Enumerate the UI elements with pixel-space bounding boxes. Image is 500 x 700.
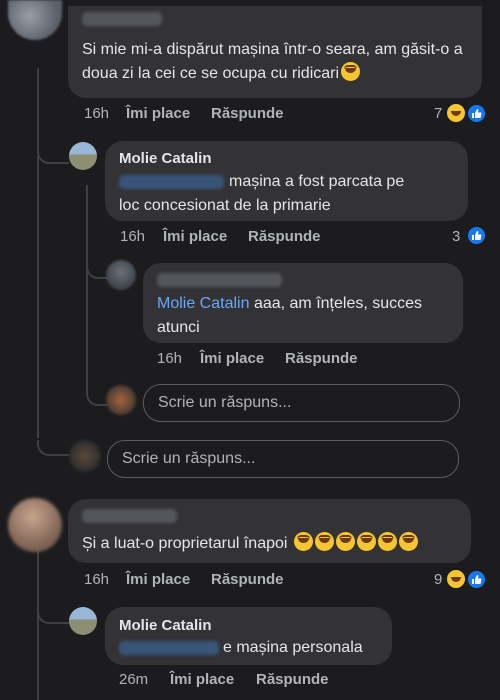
current-user-avatar (69, 440, 101, 472)
comment-bubble: Molie Catalin aaa, am înțeles, succes at… (143, 263, 463, 343)
reaction-count[interactable]: 3 (452, 228, 460, 245)
laughing-emoji-icon (341, 62, 361, 81)
laughing-emoji-icon (356, 532, 376, 551)
like-button[interactable]: Îmi place (170, 671, 234, 688)
reaction-count[interactable]: 9 (434, 571, 442, 588)
like-icon (467, 226, 486, 245)
like-icon (467, 104, 486, 123)
reply-button[interactable]: Răspunde (285, 350, 358, 367)
comment-time: 16h (120, 228, 146, 245)
redacted-mention[interactable] (119, 641, 219, 655)
reaction-count[interactable]: 7 (434, 105, 442, 122)
mention-link[interactable]: Molie Catalin (157, 295, 249, 312)
laughing-emoji-icon (314, 532, 334, 551)
comment-bubble: Molie Catalin e mașina personala (105, 607, 392, 665)
laughing-emoji-icon (398, 532, 418, 551)
thread-line (37, 68, 39, 438)
comment-text: Si mie mi-a dispărut mașina într-o seara… (82, 41, 463, 82)
reply-input[interactable]: Scrie un răspuns... (143, 384, 460, 422)
like-button[interactable]: Îmi place (163, 228, 227, 245)
like-button[interactable]: Îmi place (126, 105, 190, 122)
reply-placeholder: Scrie un răspuns... (158, 394, 292, 411)
comment-time: 26m (119, 671, 149, 688)
avatar[interactable] (106, 260, 136, 290)
reply-button[interactable]: Răspunde (248, 228, 321, 245)
reply-button[interactable]: Răspunde (256, 671, 329, 688)
laughing-emoji-icon (335, 532, 355, 551)
comment-text: e mașina personala (223, 639, 363, 656)
thread-connector (37, 440, 69, 456)
laughing-emoji-icon (293, 532, 313, 551)
comment-text: Și a luat-o proprietarul înapoi (82, 535, 288, 552)
comment-bubble: Molie Catalin mașina a fost parcata pe l… (105, 141, 468, 221)
emoji-row (292, 532, 418, 552)
comment-text: mașina a fost parcata pe loc concesionat… (119, 173, 405, 214)
redacted-author-name (82, 509, 177, 523)
author-name[interactable]: Molie Catalin (119, 150, 212, 167)
reply-button[interactable]: Răspunde (211, 571, 284, 588)
comment-bubble: Si mie mi-a dispărut mașina într-o seara… (68, 6, 482, 98)
comment-time: 16h (84, 105, 110, 122)
laughing-emoji-icon (377, 532, 397, 551)
reply-placeholder: Scrie un răspuns... (122, 450, 256, 467)
like-button[interactable]: Îmi place (200, 350, 264, 367)
thread-connector (37, 150, 69, 164)
author-name[interactable]: Molie Catalin (119, 617, 212, 634)
current-user-avatar (106, 385, 136, 415)
avatar[interactable] (69, 607, 97, 635)
comment-time: 16h (84, 571, 110, 588)
avatar[interactable] (8, 0, 62, 40)
comment-bubble: Și a luat-o proprietarul înapoi (68, 499, 471, 563)
redacted-author-name (157, 273, 282, 287)
haha-icon (446, 103, 466, 123)
thread-line (86, 185, 88, 395)
avatar[interactable] (8, 498, 62, 552)
thread-line (37, 545, 39, 700)
like-button[interactable]: Îmi place (126, 571, 190, 588)
reply-input[interactable]: Scrie un răspuns... (107, 440, 459, 478)
reply-button[interactable]: Răspunde (211, 105, 284, 122)
avatar[interactable] (69, 142, 97, 170)
thread-connector (37, 610, 69, 624)
haha-icon (446, 569, 466, 589)
comment-time: 16h (157, 350, 183, 367)
like-icon (467, 570, 486, 589)
redacted-author-name (82, 12, 162, 26)
